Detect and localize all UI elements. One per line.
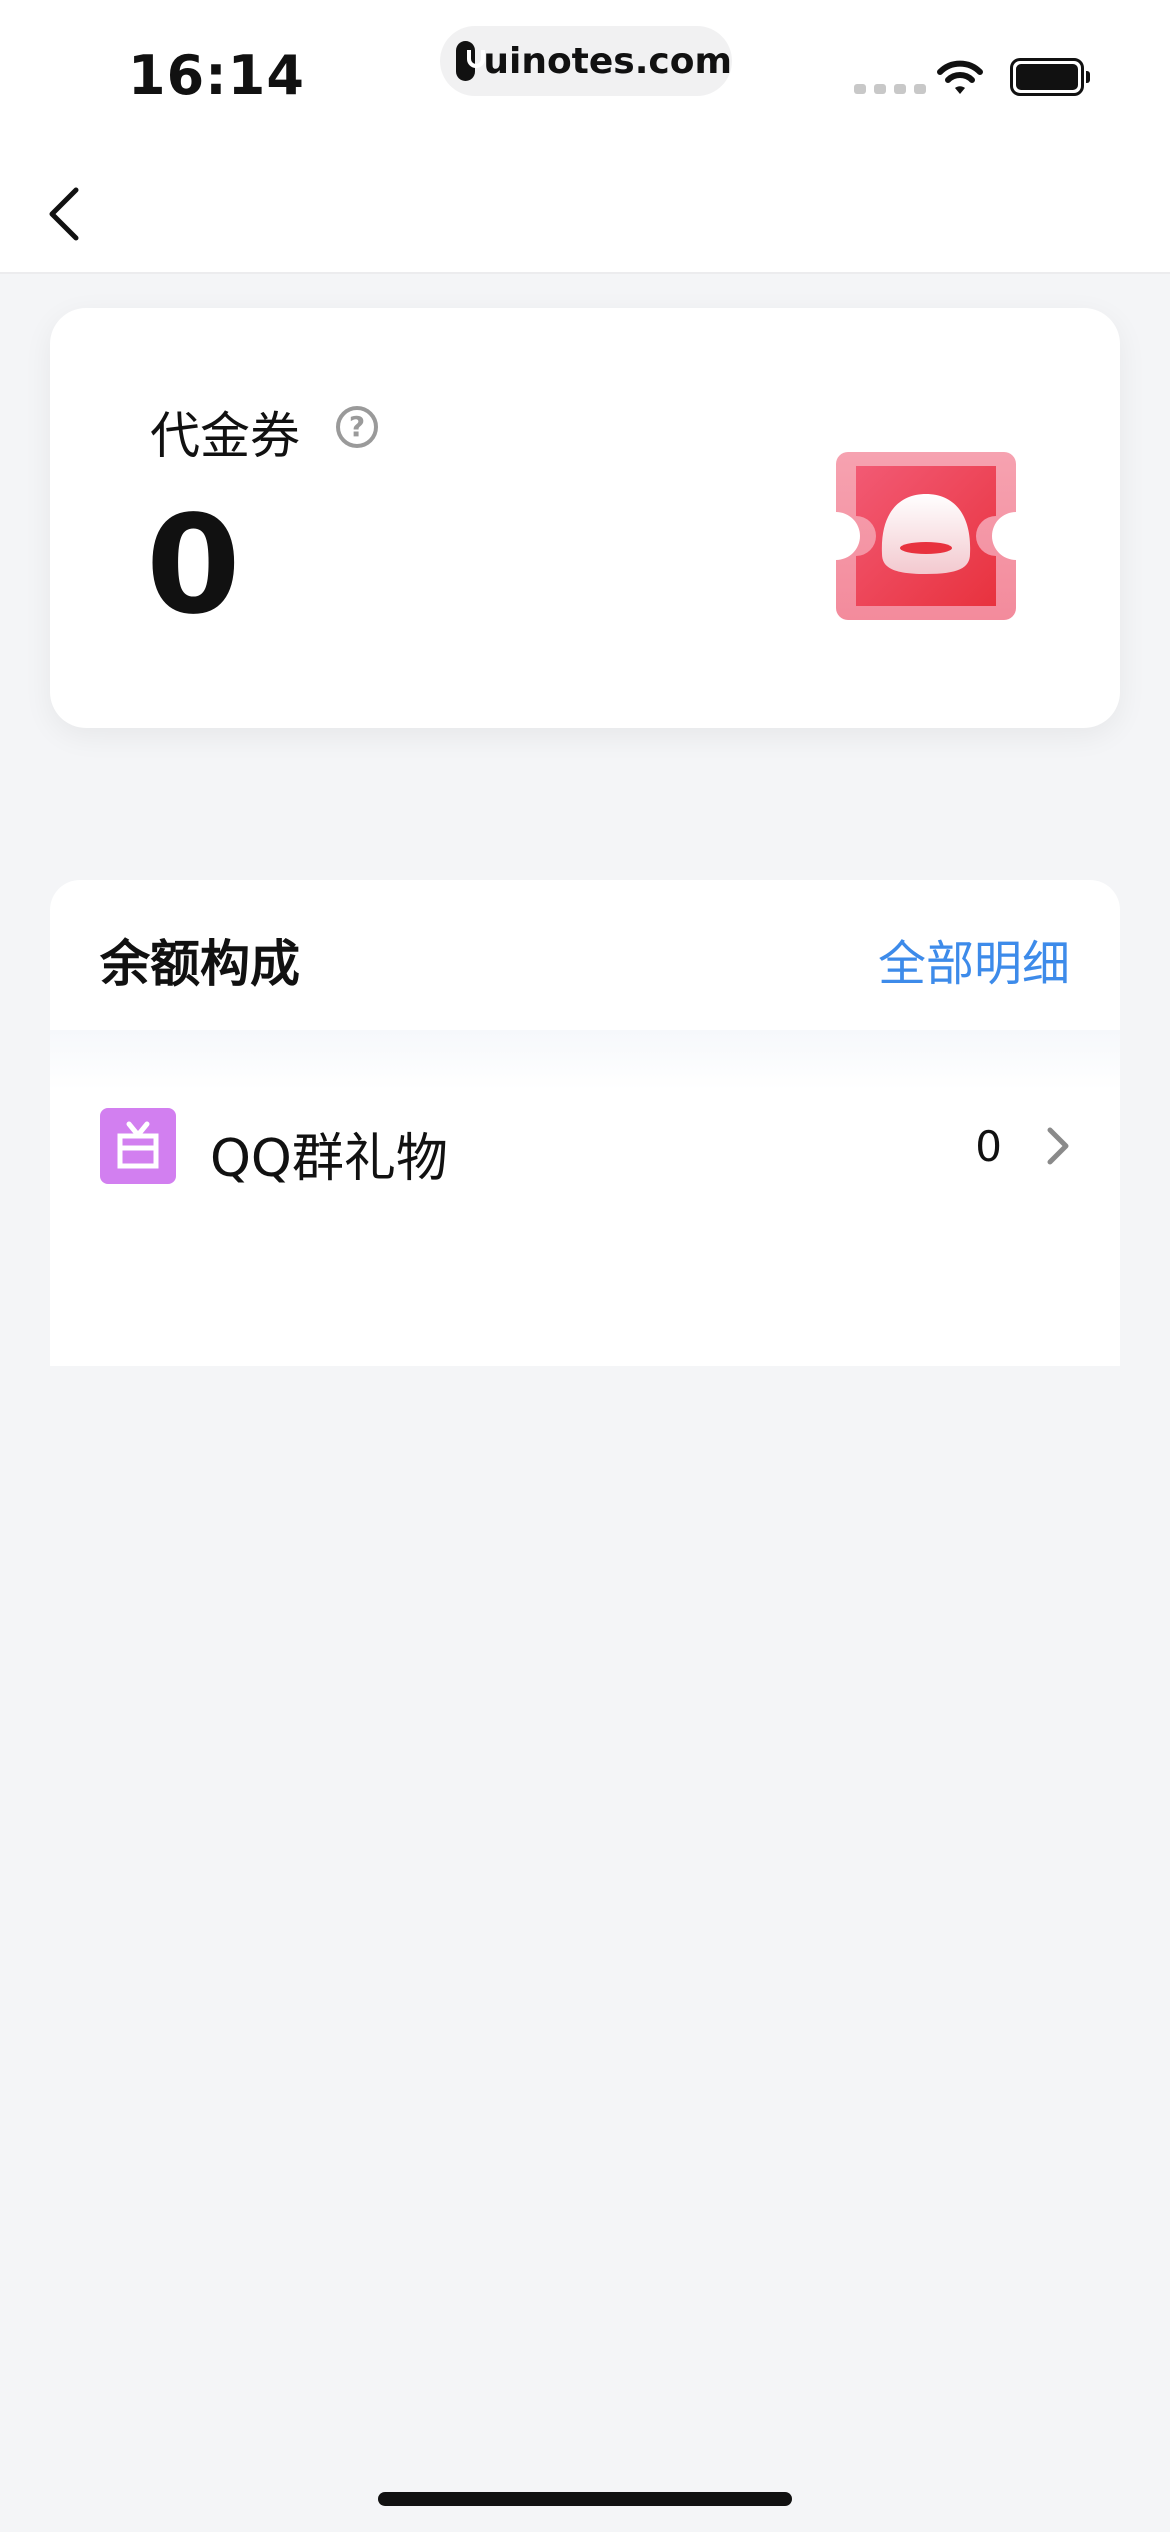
- item-value: 0: [975, 1122, 1002, 1171]
- url-text: uinotes.com: [483, 40, 732, 82]
- chevron-right-icon: [1047, 1127, 1069, 1165]
- home-indicator[interactable]: [378, 2492, 792, 2506]
- nav-bar: [0, 150, 1170, 274]
- cellular-signal-icon: [854, 84, 926, 94]
- voucher-ticket-icon: [836, 452, 1016, 620]
- status-bar: 16:14 uinotes.com: [0, 0, 1170, 150]
- all-details-link[interactable]: 全部明细: [878, 924, 1070, 994]
- balance-title: 余额构成: [100, 935, 300, 993]
- voucher-card: 代金券 ? 0: [50, 308, 1120, 728]
- balance-item-qq-group-gift[interactable]: QQ群礼物 0: [50, 1102, 1120, 1202]
- balance-header: 余额构成 全部明细: [50, 880, 1120, 1030]
- uinotes-logo-icon: [456, 41, 486, 81]
- chevron-left-icon: [49, 187, 79, 241]
- back-button[interactable]: [30, 170, 110, 250]
- voucher-amount: 0: [146, 487, 241, 645]
- section-divider: [50, 1030, 1120, 1090]
- item-label: QQ群礼物: [210, 1129, 448, 1189]
- balance-section: 余额构成 全部明细 QQ群礼物 0: [50, 880, 1120, 1366]
- voucher-title: 代金券: [150, 407, 300, 465]
- question-icon[interactable]: ?: [336, 406, 378, 448]
- gift-icon: [100, 1108, 176, 1184]
- url-pill[interactable]: uinotes.com: [440, 26, 732, 96]
- battery-icon: [1010, 58, 1090, 96]
- status-time: 16:14: [128, 44, 305, 107]
- wifi-icon: [937, 60, 983, 94]
